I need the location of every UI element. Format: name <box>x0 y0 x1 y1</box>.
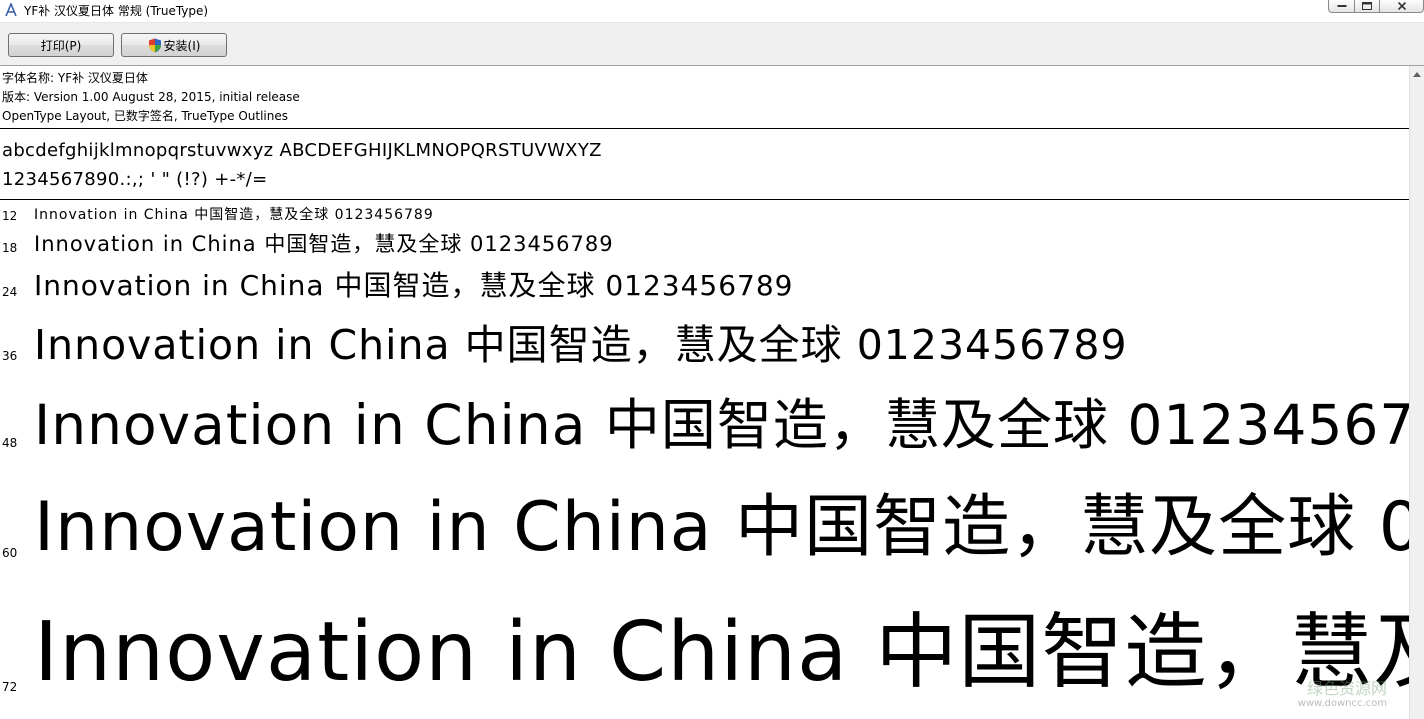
watermark-main-text: 绿色资源网 <box>1306 679 1387 699</box>
font-name-line: 字体名称: YF补 汉仪夏日体 <box>2 71 148 85</box>
minimize-button[interactable] <box>1328 0 1355 13</box>
charset-letters: abcdefghijklmnopqrstuvwxyz ABCDEFGHIJKLM… <box>2 140 602 161</box>
maximize-button[interactable] <box>1355 0 1380 13</box>
sample-text: Innovation in China 中国智造，慧及全球 0123456789 <box>34 393 1409 457</box>
sample-size-label: 60 <box>2 546 18 560</box>
sample-size-label: 72 <box>2 680 18 694</box>
sample-size-label: 12 <box>2 209 18 223</box>
separator <box>0 128 1409 129</box>
font-app-icon <box>5 3 17 17</box>
uac-shield-icon <box>148 38 161 52</box>
scroll-up-arrow-icon[interactable] <box>1413 72 1421 77</box>
close-icon <box>1397 2 1406 10</box>
font-features-line: OpenType Layout, 已数字签名, TrueType Outline… <box>2 109 289 123</box>
font-version-line: 版本: Version 1.00 August 28, 2015, initia… <box>2 90 300 104</box>
sample-text: Innovation in China 中国智造，慧及全球 0123456789 <box>34 321 1128 369</box>
sample-text: Innovation in China 中国智造，慧及全球 0123456789 <box>34 605 1409 700</box>
sample-size-label: 48 <box>2 436 18 450</box>
charset-digits: 1234567890.:,; ' " (!?) +-*/= <box>2 169 268 190</box>
watermark: 绿色资源网 www.downcc.com <box>1298 680 1387 709</box>
install-button[interactable]: 安装(I) <box>121 33 227 57</box>
vertical-scrollbar[interactable] <box>1409 66 1424 719</box>
sample-text: Innovation in China 中国智造，慧及全球 0123456789 <box>34 232 614 256</box>
window-controls <box>1328 0 1424 14</box>
print-button-label: 打印(P) <box>40 38 82 53</box>
separator <box>0 199 1409 200</box>
sample-text: Innovation in China 中国智造，慧及全球 0123456789 <box>34 269 794 302</box>
install-button-label: 安装(I) <box>163 38 201 53</box>
sample-size-label: 36 <box>2 349 18 363</box>
font-preview-area: 字体名称: YF补 汉仪夏日体 版本: Version 1.00 August … <box>0 66 1409 719</box>
sample-size-label: 24 <box>2 285 18 299</box>
sample-text: Innovation in China 中国智造，慧及全球 0123456789 <box>34 207 434 223</box>
window-title: YF补 汉仪夏日体 常规 (TrueType) <box>24 4 209 18</box>
title-bar[interactable]: YF补 汉仪夏日体 常规 (TrueType) <box>0 0 1424 23</box>
sample-text: Innovation in China 中国智造，慧及全球 0123456789 <box>34 488 1409 567</box>
maximize-icon <box>1362 2 1372 10</box>
watermark-sub-text: www.downcc.com <box>1297 698 1387 709</box>
sample-size-label: 18 <box>2 241 18 255</box>
close-button[interactable] <box>1380 0 1424 13</box>
font-viewer-window: YF补 汉仪夏日体 常规 (TrueType) 打印(P) 安装(I) 字体名称… <box>0 0 1424 719</box>
toolbar: 打印(P) 安装(I) <box>0 23 1424 66</box>
print-button[interactable]: 打印(P) <box>8 33 114 57</box>
minimize-icon <box>1337 5 1346 7</box>
